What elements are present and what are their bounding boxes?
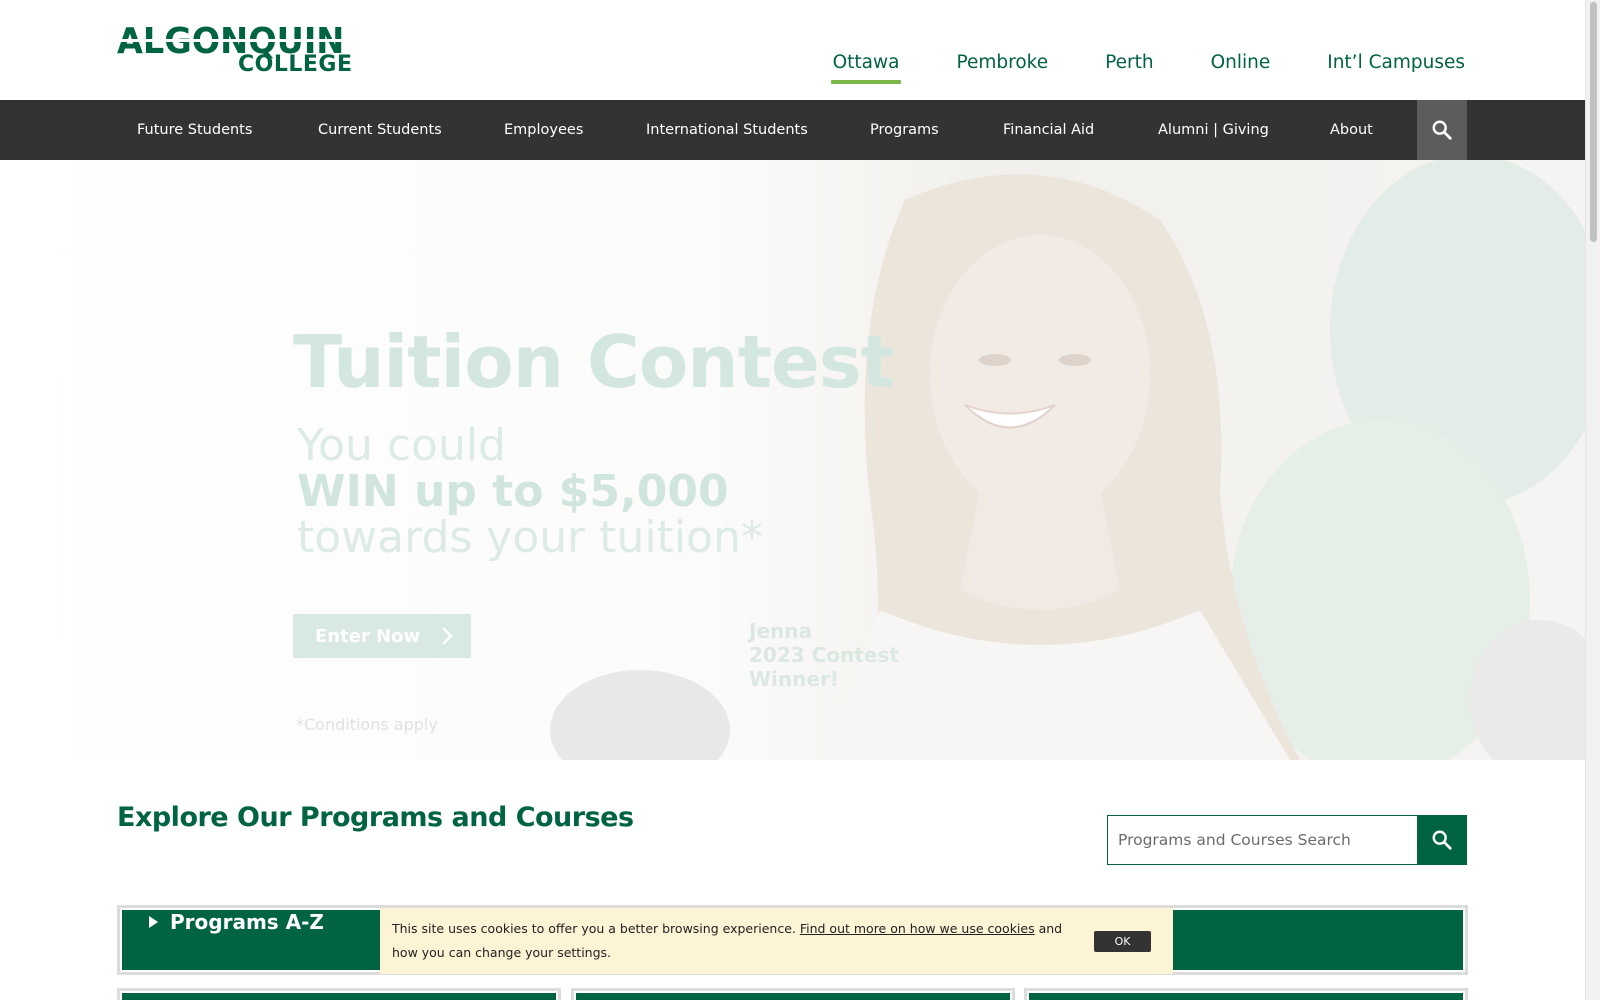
search-icon xyxy=(1432,120,1452,140)
caption-winner: Winner! xyxy=(749,667,839,691)
program-cards-row xyxy=(117,988,1468,1000)
hero-line-3: towards your tuition* xyxy=(297,512,763,563)
campus-link-online[interactable]: Online xyxy=(1211,50,1271,76)
nav-item-current-students[interactable]: Current Students xyxy=(318,100,442,160)
chevron-right-icon xyxy=(442,627,453,645)
triangle-right-icon xyxy=(149,916,158,928)
hero-conditions: *Conditions apply xyxy=(296,715,438,734)
nav-item-financial-aid[interactable]: Financial Aid xyxy=(1003,100,1094,160)
nav-item-about[interactable]: About xyxy=(1330,100,1373,160)
logo-subtext: COLLEGE xyxy=(238,52,353,77)
campus-link-pembroke[interactable]: Pembroke xyxy=(956,50,1048,76)
programs-az-label: Programs A-Z xyxy=(170,910,324,934)
cookie-ok-button[interactable]: OK xyxy=(1094,931,1151,952)
algonquin-college-logo[interactable]: ALGONQUIN COLLEGE xyxy=(117,24,352,76)
programs-search-input[interactable] xyxy=(1107,815,1417,865)
hero-line-2: WIN up to $5,000 xyxy=(297,466,729,517)
enter-now-label: Enter Now xyxy=(315,625,421,647)
program-card-fill xyxy=(1029,993,1463,1000)
hero-line-1: You could xyxy=(297,420,506,471)
nav-item-future-students[interactable]: Future Students xyxy=(137,100,252,160)
cookie-message: This site uses cookies to offer you a be… xyxy=(392,917,1082,965)
program-card-fill xyxy=(122,993,556,1000)
program-card-fill xyxy=(576,993,1010,1000)
site-header: ALGONQUIN COLLEGE Ottawa Pembroke Perth … xyxy=(0,0,1585,100)
nav-item-programs[interactable]: Programs xyxy=(870,100,939,160)
site-search-button[interactable] xyxy=(1417,100,1467,160)
page: ALGONQUIN COLLEGE Ottawa Pembroke Perth … xyxy=(0,0,1585,1000)
program-card[interactable] xyxy=(117,988,561,1000)
campus-link-ottawa[interactable]: Ottawa xyxy=(830,50,902,84)
program-card[interactable] xyxy=(1024,988,1468,1000)
hero-caption: Jenna 2023 Contest Winner! xyxy=(749,619,899,691)
campus-nav: Ottawa Pembroke Perth Online Int’l Campu… xyxy=(776,50,1465,84)
programs-search-button[interactable] xyxy=(1417,815,1467,865)
programs-search xyxy=(1107,815,1467,865)
cookie-banner: This site uses cookies to offer you a be… xyxy=(380,908,1173,974)
campus-link-perth[interactable]: Perth xyxy=(1105,50,1153,76)
campus-link-intl-campuses[interactable]: Int’l Campuses xyxy=(1327,50,1465,76)
nav-item-international-students[interactable]: International Students xyxy=(646,100,808,160)
cookie-text-before: This site uses cookies to offer you a be… xyxy=(392,921,800,936)
hero-title: Tuition Contest xyxy=(293,320,895,404)
explore-title: Explore Our Programs and Courses xyxy=(117,802,634,833)
logo-stripe xyxy=(117,39,349,42)
nav-item-employees[interactable]: Employees xyxy=(504,100,583,160)
hero-banner: Tuition Contest You could WIN up to $5,0… xyxy=(0,160,1585,760)
nav-item-alumni-giving[interactable]: Alumni | Giving xyxy=(1158,100,1269,160)
programs-az-toggle[interactable]: Programs A-Z xyxy=(149,910,324,972)
enter-now-button[interactable]: Enter Now xyxy=(293,614,471,658)
cookie-policy-link[interactable]: Find out more on how we use cookies xyxy=(800,921,1035,936)
main-nav: Future Students Current Students Employe… xyxy=(0,100,1585,160)
search-icon xyxy=(1432,830,1452,850)
caption-contest: 2023 Contest xyxy=(749,643,899,667)
page-scrollbar[interactable] xyxy=(1585,0,1600,1000)
caption-name: Jenna xyxy=(749,619,812,643)
program-card[interactable] xyxy=(571,988,1015,1000)
scrollbar-thumb[interactable] xyxy=(1590,2,1597,242)
